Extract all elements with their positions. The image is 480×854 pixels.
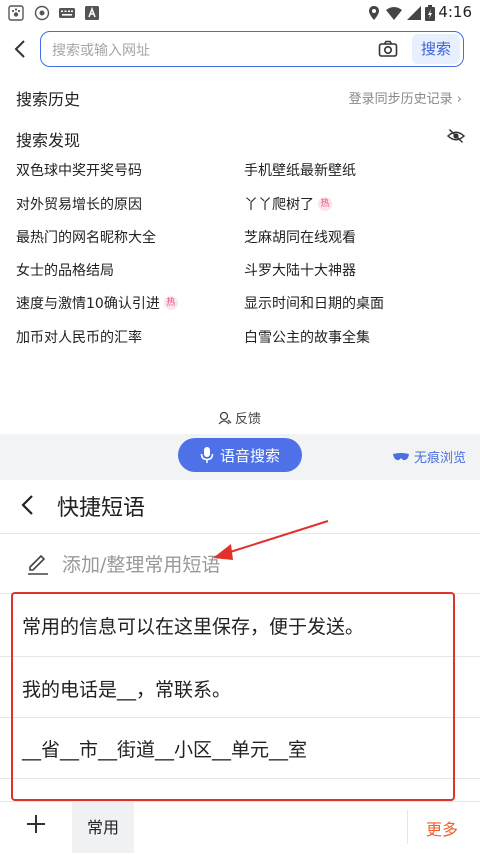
- feedback-link[interactable]: 反馈: [218, 408, 261, 427]
- status-bar: 4:16: [0, 0, 480, 26]
- hide-eye-icon[interactable]: [447, 127, 465, 145]
- discover-item[interactable]: 加币对人民币的汇率: [16, 327, 142, 347]
- mask-icon: [392, 452, 409, 460]
- add-phrase-row[interactable]: 添加/整理常用短语: [26, 550, 220, 577]
- discover-item[interactable]: 双色球中奖开奖号码: [16, 160, 142, 180]
- back-icon[interactable]: [18, 493, 38, 517]
- discover-item[interactable]: 显示时间和日期的桌面: [244, 293, 384, 313]
- discover-item[interactable]: 白雪公主的故事全集: [244, 327, 370, 347]
- discover-item[interactable]: 手机壁纸最新壁纸: [244, 160, 356, 180]
- hot-badge: 热: [163, 296, 178, 310]
- discover-item[interactable]: 芝麻胡同在线观看: [244, 227, 356, 247]
- discover-item[interactable]: 丫丫爬树了热: [244, 194, 332, 214]
- target-icon: [34, 5, 50, 21]
- keyboard-icon: [59, 8, 75, 18]
- battery-icon: [425, 5, 435, 21]
- signal-icon: [407, 6, 421, 20]
- location-icon: [369, 6, 379, 20]
- discover-item[interactable]: 女士的品格结局: [16, 260, 114, 280]
- camera-icon[interactable]: [378, 39, 398, 59]
- wifi-icon: [386, 7, 402, 20]
- text-a-icon: [85, 6, 99, 20]
- search-button[interactable]: 搜索: [412, 34, 460, 64]
- status-time: 4:16: [438, 3, 472, 21]
- discover-item[interactable]: 对外贸易增长的原因: [16, 194, 142, 214]
- incognito-button[interactable]: 无痕浏览: [392, 447, 466, 466]
- divider: [407, 810, 408, 844]
- sync-history-link[interactable]: 登录同步历史记录 ›: [349, 88, 462, 107]
- pencil-icon: [28, 554, 48, 575]
- history-title: 搜索历史: [16, 90, 81, 109]
- more-button[interactable]: 更多: [426, 816, 458, 840]
- plus-icon[interactable]: [24, 812, 48, 836]
- discover-item[interactable]: 最热门的网名昵称大全: [16, 227, 156, 247]
- back-icon[interactable]: [10, 38, 32, 60]
- highlight-box: [11, 592, 455, 801]
- panel-title: 快捷短语: [57, 496, 146, 521]
- feedback-icon: [218, 411, 232, 424]
- discover-title: 搜索发现: [16, 131, 81, 150]
- discover-item[interactable]: 斗罗大陆十大神器: [244, 260, 356, 280]
- discover-item[interactable]: 速度与激情10确认引进热: [16, 293, 178, 313]
- paw-icon: [8, 5, 24, 21]
- voice-search-button[interactable]: 语音搜索: [178, 438, 302, 472]
- microphone-icon: [200, 447, 214, 463]
- search-input[interactable]: 搜索或输入网址: [52, 40, 150, 60]
- tab-common[interactable]: 常用: [72, 802, 134, 853]
- arrow-annotation: [213, 520, 329, 560]
- hot-badge: 热: [318, 197, 332, 211]
